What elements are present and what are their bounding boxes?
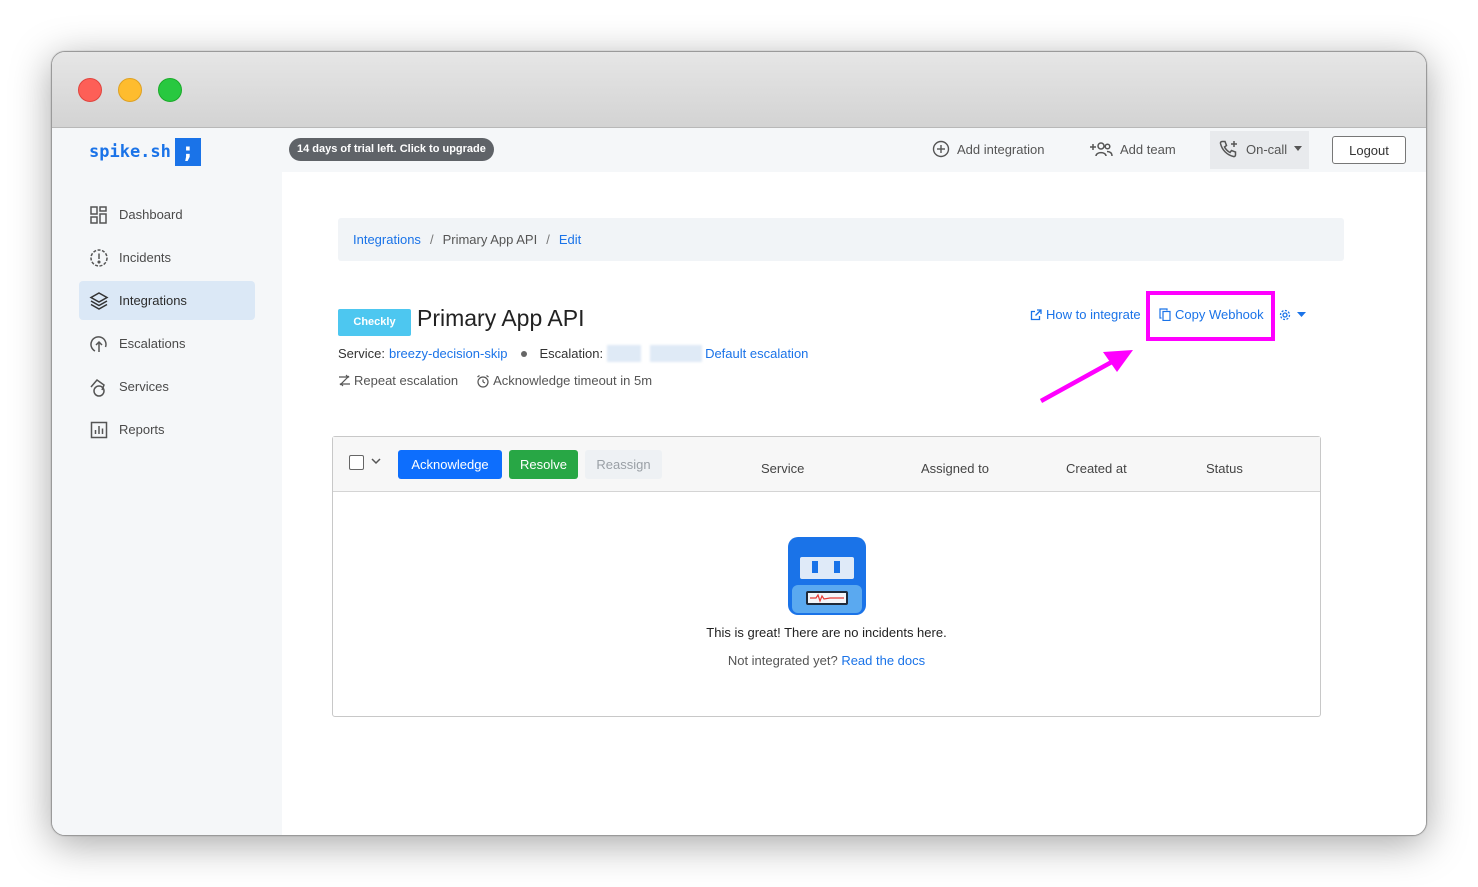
minimize-window-button[interactable]: [118, 78, 142, 102]
sidebar-item-label: Incidents: [119, 250, 172, 265]
caret-down-icon: [1297, 312, 1306, 317]
ack-timeout: Acknowledge timeout in 5m: [476, 373, 652, 388]
empty-state-sub-text: Not integrated yet?: [727, 653, 838, 668]
chevron-down-icon[interactable]: [370, 454, 382, 468]
sidebar-item-reports[interactable]: Reports: [79, 410, 255, 449]
empty-state-sub: Not integrated yet? Read the docs: [333, 653, 1320, 668]
repeat-escalation: Repeat escalation: [338, 373, 458, 388]
reassign-button[interactable]: Reassign: [585, 450, 662, 479]
integration-settings-meta: Repeat escalation Acknowledge timeout in…: [338, 373, 652, 388]
logout-button[interactable]: Logout: [1332, 136, 1406, 164]
sidebar-item-label: Escalations: [119, 336, 186, 351]
breadcrumb-separator: /: [429, 232, 434, 247]
caret-down-icon: [1294, 146, 1303, 151]
add-team-icon: [1090, 142, 1113, 157]
redacted-avatar: [650, 345, 703, 362]
robot-illustration: [788, 537, 866, 615]
phone-add-icon: [1219, 140, 1237, 158]
dashboard-icon: [90, 205, 107, 224]
how-to-integrate-label: How to integrate: [1046, 307, 1141, 322]
trial-upgrade-badge[interactable]: 14 days of trial left. Click to upgrade: [289, 138, 494, 161]
window-titlebar: [52, 52, 1426, 128]
incidents-icon: [90, 248, 108, 267]
oncall-label: On-call: [1246, 141, 1288, 157]
how-to-integrate-link[interactable]: How to integrate: [1030, 307, 1141, 322]
repeat-icon: [339, 374, 350, 387]
column-header-service[interactable]: Service: [761, 461, 804, 476]
add-team-button[interactable]: Add team: [1089, 140, 1176, 158]
ack-timeout-label: Acknowledge timeout in 5m: [493, 373, 653, 388]
alarm-clock-icon: [477, 374, 489, 388]
empty-state-message: This is great! There are no incidents he…: [706, 625, 947, 640]
column-header-status[interactable]: Status: [1206, 461, 1243, 476]
breadcrumb-separator: /: [546, 232, 550, 247]
breadcrumb-current: Primary App API: [442, 232, 538, 247]
settings-dropdown[interactable]: [1279, 309, 1306, 321]
sidebar-item-incidents[interactable]: Incidents: [79, 238, 255, 277]
browser-window: spike.sh ; Dashboard Incidents Integrati…: [51, 51, 1427, 836]
escalation-icon: [90, 335, 107, 352]
escalation-label: Escalation:: [539, 346, 604, 361]
logo[interactable]: spike.sh ;: [89, 138, 201, 166]
oncall-dropdown-content[interactable]: On-call: [1219, 140, 1303, 158]
sidebar-item-integrations[interactable]: Integrations: [79, 281, 255, 320]
reports-icon: [90, 421, 108, 438]
layers-icon: [89, 291, 109, 310]
add-integration-label: Add integration: [957, 141, 1045, 157]
integration-type-badge: Checkly: [338, 309, 411, 336]
incidents-table: Acknowledge Resolve Reassign Service Ass…: [332, 436, 1321, 717]
sidebar-item-label: Reports: [119, 422, 165, 437]
top-bar: 14 days of trial left. Click to upgrade …: [282, 128, 1426, 172]
table-header: Acknowledge Resolve Reassign Service Ass…: [333, 437, 1320, 492]
logo-text: spike.sh: [89, 142, 171, 162]
highlight-box: [1146, 291, 1275, 341]
breadcrumb-edit[interactable]: Edit: [559, 232, 581, 247]
separator-dot: [521, 350, 528, 357]
integration-meta: Service: breezy-decision-skip Escalation…: [338, 345, 808, 362]
resolve-button[interactable]: Resolve: [509, 450, 578, 479]
escalation-link[interactable]: Default escalation: [705, 346, 808, 361]
close-window-button[interactable]: [78, 78, 102, 102]
select-all-checkbox[interactable]: [349, 455, 364, 470]
sidebar-item-label: Integrations: [119, 293, 187, 308]
sidebar-item-label: Dashboard: [119, 207, 183, 222]
breadcrumb-integrations[interactable]: Integrations: [353, 232, 421, 247]
logo-mark: ;: [174, 138, 201, 166]
repeat-escalation-label: Repeat escalation: [354, 373, 459, 388]
maximize-window-button[interactable]: [158, 78, 182, 102]
service-link[interactable]: breezy-decision-skip: [389, 346, 508, 361]
column-header-assigned-to[interactable]: Assigned to: [921, 461, 989, 476]
redacted-avatar: [607, 345, 642, 362]
acknowledge-button[interactable]: Acknowledge: [398, 450, 502, 479]
sidebar-item-label: Services: [119, 379, 169, 394]
service-label: Service:: [338, 346, 385, 361]
sidebar: spike.sh ; Dashboard Incidents Integrati…: [52, 128, 282, 835]
sidebar-item-escalations[interactable]: Escalations: [79, 324, 255, 363]
read-the-docs-link[interactable]: Read the docs: [841, 653, 925, 668]
sidebar-item-dashboard[interactable]: Dashboard: [79, 195, 255, 234]
column-header-created-at[interactable]: Created at: [1066, 461, 1127, 476]
add-team-label: Add team: [1120, 141, 1176, 157]
sidebar-item-services[interactable]: Services: [79, 367, 255, 406]
plus-circle-icon: [932, 140, 950, 158]
page-title: Primary App API: [417, 305, 585, 331]
main-content: Integrations / Primary App API / Edit Ch…: [282, 172, 1426, 835]
gear-icon: [1279, 309, 1291, 321]
add-integration-button[interactable]: Add integration: [932, 140, 1044, 158]
external-link-icon: [1030, 308, 1042, 320]
services-icon: [90, 378, 105, 397]
sidebar-nav: Dashboard Incidents Integrations Escalat…: [79, 195, 255, 453]
breadcrumb: Integrations / Primary App API / Edit: [338, 218, 1344, 261]
annotation-arrow: [1039, 350, 1133, 403]
